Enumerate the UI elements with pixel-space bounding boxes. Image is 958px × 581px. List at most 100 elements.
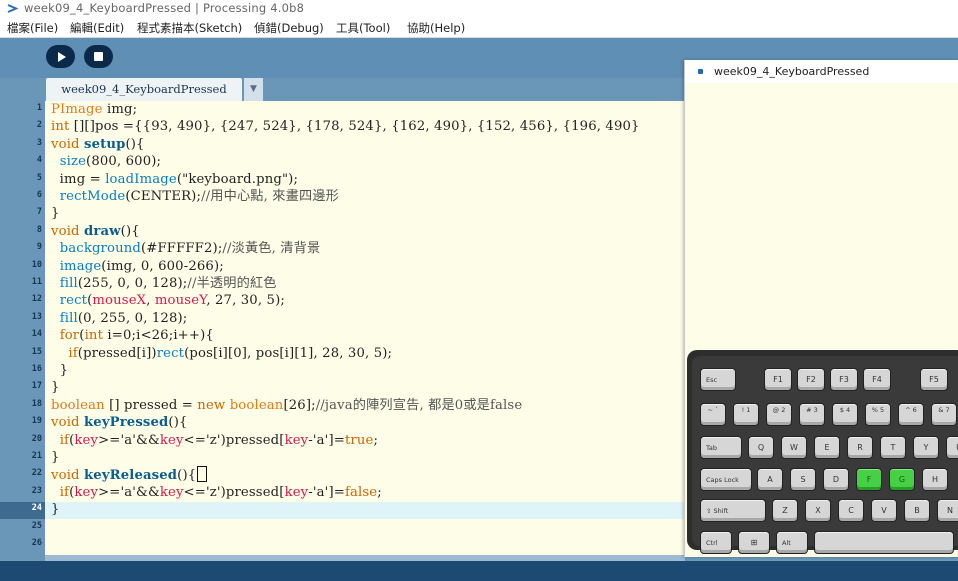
line-number: 12 <box>31 294 42 305</box>
code-line: void draw(){ <box>51 223 140 240</box>
line-number: 17 <box>31 381 42 392</box>
code-token: mouseY <box>154 293 207 309</box>
line-number: 5 <box>36 172 42 183</box>
run-button[interactable] <box>46 45 75 68</box>
line-number: 20 <box>31 433 42 444</box>
menu-bar: 檔案(File) 編輯(Edit) 程式素描本(Sketch) 偵錯(Debug… <box>0 17 958 38</box>
sketch-window[interactable]: week09_4_KeyboardPressed Esc F1 F2 F3 F4 F5 ~ … <box>684 60 958 557</box>
line-number: 14 <box>31 329 42 340</box>
line-number: 6 <box>36 190 42 200</box>
keyboard-key: Tab <box>700 436 742 459</box>
keyboard-key: S <box>790 468 816 491</box>
line-number: 4 <box>36 155 42 166</box>
code-token: [26]; <box>283 397 316 413</box>
keyboard-key: W <box>781 436 807 459</box>
code-token: (pressed[i]) <box>77 345 157 361</box>
code-token: draw <box>84 223 121 239</box>
code-token: key <box>284 484 309 500</box>
keyboard-key: ⇧ Shift <box>700 499 766 522</box>
code-line: if(pressed[i])rect(pos[i][0], pos[i][1],… <box>51 345 392 362</box>
line-number: 3 <box>36 137 42 148</box>
code-token: for <box>59 328 80 344</box>
keyboard-key: F3 <box>830 368 858 391</box>
code-token: key <box>74 484 99 500</box>
stop-button[interactable] <box>84 45 113 68</box>
code-token: key <box>284 432 309 448</box>
menu-file[interactable]: 檔案(File) <box>7 20 58 36</box>
code-line: rect(mouseX, mouseY, 27, 30, 5); <box>51 292 285 309</box>
keyboard-key: Caps Lock <box>700 468 752 491</box>
keyboard-key: F5 <box>920 368 948 391</box>
keyboard-keys: Esc F1 F2 F3 F4 F5 ~ ` ! 1 @ 2 # 3 $ 4 % 5 ^ 6 & 7 Tab… <box>692 356 958 554</box>
keyboard-key: A <box>757 468 783 491</box>
tab-menu-dropdown[interactable]: ▼ <box>244 78 263 101</box>
line-number-gutter: 1 2 3 4 5 6 7 8 9 10 11 12 13 14 15 16 17 18 19 20 21 22 23 24 2… <box>0 101 45 555</box>
code-token: void <box>51 223 80 239</box>
code-token: image <box>59 258 102 274</box>
code-token: int <box>51 119 70 135</box>
line-number: 1 <box>36 103 42 113</box>
keyboard-key: Q <box>748 436 774 459</box>
menu-help[interactable]: 協助(Help) <box>407 20 465 36</box>
keyboard-key: G <box>889 468 915 491</box>
stop-icon <box>94 52 103 61</box>
code-token: (255, 0, 0, 128); <box>77 276 188 291</box>
keyboard-key: Esc <box>700 368 736 391</box>
code-token: >='a'&& <box>98 484 160 500</box>
text-cursor <box>197 466 208 483</box>
menu-tool[interactable]: 工具(Tool) <box>336 20 390 36</box>
code-token: >='a'&& <box>98 432 160 448</box>
code-token: background <box>59 241 141 257</box>
line-number: 25 <box>31 520 42 531</box>
keyboard-key: F <box>856 468 882 491</box>
code-token: , 27, 30, 5); <box>206 293 285 309</box>
keyboard-key: & 7 <box>931 403 957 426</box>
code-token: (800, 600); <box>86 154 162 170</box>
menu-edit[interactable]: 編輯(Edit) <box>70 20 124 36</box>
code-token: } <box>51 363 69 378</box>
keyboard-key: D <box>823 468 849 491</box>
keyboard-key: Y <box>913 436 939 459</box>
code-token: loadImage <box>105 171 177 187</box>
tab-week09-4-keyboardpressed[interactable]: week09_4_KeyboardPressed <box>46 78 242 101</box>
code-line: void keyPressed(){ <box>51 414 188 431</box>
keyboard-key: E <box>814 436 840 459</box>
processing-app-icon <box>7 4 18 13</box>
line-number: 19 <box>31 416 42 427</box>
code-token: fill <box>59 310 78 326</box>
code-token: (){ <box>168 415 188 431</box>
sketch-app-icon <box>698 69 703 74</box>
line-number: 23 <box>31 485 42 496</box>
line-number: 11 <box>31 277 42 287</box>
code-token: int <box>84 328 104 344</box>
code-token: } <box>51 380 60 396</box>
menu-sketch[interactable]: 程式素描本(Sketch) <box>137 20 242 36</box>
code-token: (0, 255, 0, 128); <box>77 310 188 326</box>
menu-debug[interactable]: 偵錯(Debug) <box>254 20 324 36</box>
code-token: (pos[i][0], pos[i][1], 28, 30, 5); <box>184 345 393 361</box>
code-token: (){ <box>177 468 197 484</box>
line-number: 16 <box>31 364 42 374</box>
code-token: img = <box>51 171 106 187</box>
code-token: } <box>51 450 60 465</box>
keyboard-key: F2 <box>797 368 825 391</box>
keyboard-key: X <box>805 499 831 522</box>
play-icon <box>58 52 66 62</box>
keyboard-key: ! 1 <box>733 403 759 426</box>
code-line: img = loadImage("keyboard.png"); <box>51 171 298 188</box>
keyboard-key: ~ ` <box>700 403 726 426</box>
line-number: 7 <box>36 207 42 218</box>
code-line: } <box>51 205 60 222</box>
code-token: PImage <box>51 102 103 117</box>
code-token: void <box>51 136 80 152</box>
code-line: boolean [] pressed = new boolean[26];//j… <box>51 397 522 414</box>
keyboard-key: C <box>838 499 864 522</box>
status-bar <box>0 561 958 581</box>
code-line: } <box>51 501 60 518</box>
keyboard-image: Esc F1 F2 F3 F4 F5 ~ ` ! 1 @ 2 # 3 $ 4 % 5 ^ 6 & 7 Tab… <box>687 350 958 554</box>
code-token: key <box>159 484 184 500</box>
